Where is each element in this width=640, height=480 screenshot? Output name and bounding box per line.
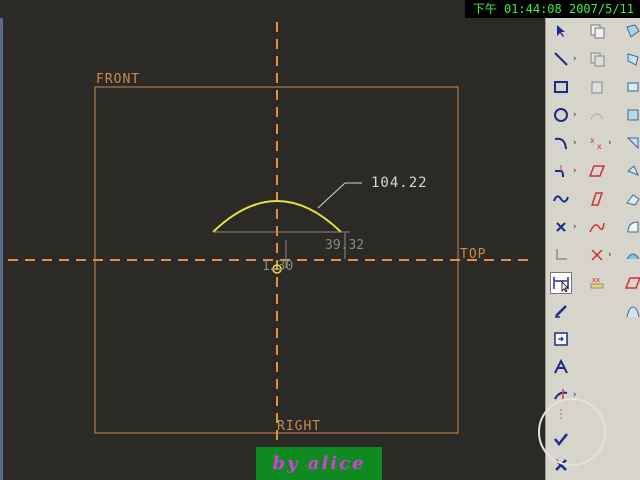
text-icon[interactable] [550, 356, 572, 378]
modify-icon[interactable] [550, 300, 572, 322]
arc-length-dimension[interactable]: 104.22 [371, 175, 428, 191]
fillet-icon[interactable] [550, 160, 572, 182]
arc-dimension-leader [317, 182, 362, 209]
datum-label-top[interactable]: TOP [460, 247, 486, 262]
svg-text:x: x [597, 142, 602, 151]
point-flyout-arrow[interactable]: › [573, 222, 577, 232]
intersect-flyout-arrow[interactable]: › [608, 250, 612, 260]
paste-special-icon[interactable] [586, 76, 608, 98]
feature-icon-3[interactable] [622, 76, 640, 98]
copy-icon[interactable] [586, 20, 608, 42]
datum-label-front[interactable]: FRONT [96, 72, 140, 87]
sketch-canvas[interactable]: FRONT TOP RIGHT 104.22 39.32 1.30 [0, 0, 545, 480]
sketch-drawing[interactable] [0, 0, 545, 480]
author-credit-banner: by alice [256, 447, 382, 480]
arc-flyout-arrow[interactable]: › [573, 138, 577, 148]
datum-label-right[interactable]: RIGHT [277, 419, 321, 434]
line-icon[interactable] [550, 48, 572, 70]
sketch-toolbar: › › › › › › x x › › xx [538, 18, 640, 480]
curve-icon[interactable] [586, 216, 608, 238]
slant-line-icon[interactable] [586, 188, 608, 210]
fillet-flyout-arrow[interactable]: › [573, 166, 577, 176]
points-flyout-arrow[interactable]: › [608, 138, 612, 148]
feature-icon-4[interactable] [622, 104, 640, 126]
feature-icon-5[interactable] [622, 132, 640, 154]
constraint-icon[interactable] [550, 328, 572, 350]
watermark-badge [538, 398, 606, 466]
points-icon[interactable]: xx [586, 132, 608, 154]
offset-dimension[interactable]: 1.30 [262, 259, 293, 274]
height-dimension[interactable]: 39.32 [325, 238, 364, 253]
feature-icon-9[interactable] [622, 244, 640, 266]
point-icon[interactable] [550, 216, 572, 238]
paste-icon[interactable] [586, 48, 608, 70]
svg-text:x: x [590, 136, 595, 145]
spline-icon[interactable] [550, 188, 572, 210]
arc-icon[interactable] [550, 132, 572, 154]
feature-icon-1[interactable] [622, 20, 640, 42]
feature-icon-8[interactable] [622, 216, 640, 238]
feature-icon-6[interactable] [622, 160, 640, 182]
feature-icon-7[interactable] [622, 188, 640, 210]
parallelogram-icon[interactable] [586, 160, 608, 182]
left-edge-bar [0, 18, 3, 480]
system-clock: 下午 01:44:08 2007/5/11 [464, 0, 640, 18]
rectangle-icon[interactable] [550, 76, 572, 98]
dimension-icon[interactable] [550, 272, 572, 294]
circle-flyout-arrow[interactable]: › [573, 110, 577, 120]
feature-icon-11[interactable] [622, 300, 640, 322]
line-flyout-arrow[interactable]: › [573, 54, 577, 64]
svg-text:xx: xx [592, 276, 600, 284]
ruler-icon[interactable]: xx [586, 272, 608, 294]
feature-icon-10[interactable] [622, 272, 640, 294]
circle-icon[interactable] [550, 104, 572, 126]
author-credit-text: by alice [272, 453, 366, 474]
offset-icon[interactable] [586, 104, 608, 126]
feature-icon-2[interactable] [622, 48, 640, 70]
intersect-icon[interactable] [586, 244, 608, 266]
select-arrow-icon[interactable] [550, 20, 572, 42]
coordinate-system-icon[interactable] [550, 244, 572, 266]
